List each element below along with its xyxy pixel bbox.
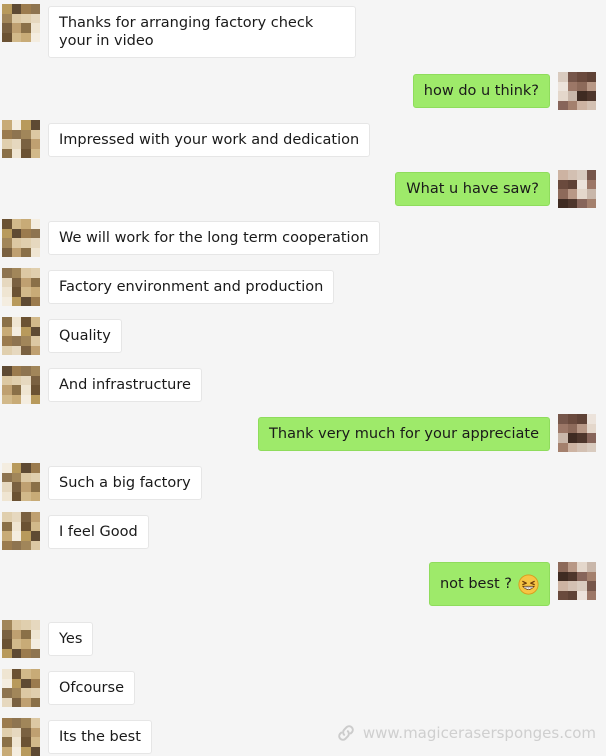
- contact-avatar[interactable]: [2, 669, 40, 707]
- incoming-message-bubble[interactable]: Quality: [48, 319, 122, 353]
- message-text: not best ?: [439, 576, 512, 592]
- user-avatar[interactable]: [558, 562, 596, 600]
- message-row: Ofcourse: [0, 669, 606, 709]
- contact-avatar[interactable]: [2, 718, 40, 756]
- contact-avatar[interactable]: [2, 219, 40, 257]
- message-row: And infrastructure: [0, 366, 606, 406]
- message-row: how do u think?: [0, 72, 606, 112]
- contact-avatar[interactable]: [2, 512, 40, 550]
- user-avatar[interactable]: [558, 72, 596, 110]
- grinning-face-icon: [518, 573, 539, 595]
- contact-avatar[interactable]: [2, 4, 40, 42]
- message-row: Such a big factory: [0, 463, 606, 503]
- message-row: I feel Good: [0, 512, 606, 552]
- message-row: not best ?: [0, 562, 606, 608]
- outgoing-message-bubble[interactable]: What u have saw?: [395, 172, 550, 206]
- incoming-message-bubble[interactable]: I feel Good: [48, 515, 149, 549]
- contact-avatar[interactable]: [2, 120, 40, 158]
- incoming-message-bubble[interactable]: Yes: [48, 622, 94, 656]
- message-row: We will work for the long term cooperati…: [0, 219, 606, 259]
- message-row: Quality: [0, 317, 606, 357]
- incoming-message-bubble[interactable]: Thanks for arranging factory check your …: [48, 6, 356, 58]
- outgoing-message-bubble[interactable]: Thank very much for your appreciate: [258, 417, 550, 451]
- outgoing-message-bubble[interactable]: how do u think?: [412, 74, 550, 108]
- incoming-message-bubble[interactable]: Ofcourse: [48, 671, 135, 705]
- incoming-message-bubble[interactable]: And infrastructure: [48, 368, 202, 402]
- watermark: www.magicerasersponges.com: [335, 722, 596, 744]
- contact-avatar[interactable]: [2, 268, 40, 306]
- user-avatar[interactable]: [558, 414, 596, 452]
- incoming-message-bubble[interactable]: Its the best: [48, 720, 152, 754]
- message-row: What u have saw?: [0, 170, 606, 210]
- link-icon: [338, 725, 354, 741]
- message-row: Impressed with your work and dedication: [0, 120, 606, 160]
- message-row: Thanks for arranging factory check your …: [0, 4, 606, 60]
- contact-avatar[interactable]: [2, 463, 40, 501]
- incoming-message-bubble[interactable]: We will work for the long term cooperati…: [48, 221, 380, 255]
- message-row: Thank very much for your appreciate: [0, 414, 606, 454]
- contact-avatar[interactable]: [2, 366, 40, 404]
- contact-avatar[interactable]: [2, 620, 40, 658]
- chat-window: Thanks for arranging factory check your …: [0, 0, 606, 756]
- message-row: Yes: [0, 620, 606, 660]
- incoming-message-bubble[interactable]: Impressed with your work and dedication: [48, 123, 371, 157]
- user-avatar[interactable]: [558, 170, 596, 208]
- watermark-text: www.magicerasersponges.com: [362, 724, 596, 742]
- incoming-message-bubble[interactable]: Factory environment and production: [48, 270, 335, 304]
- incoming-message-bubble[interactable]: Such a big factory: [48, 466, 202, 500]
- outgoing-message-bubble[interactable]: not best ?: [428, 562, 550, 606]
- message-row: Factory environment and production: [0, 268, 606, 308]
- contact-avatar[interactable]: [2, 317, 40, 355]
